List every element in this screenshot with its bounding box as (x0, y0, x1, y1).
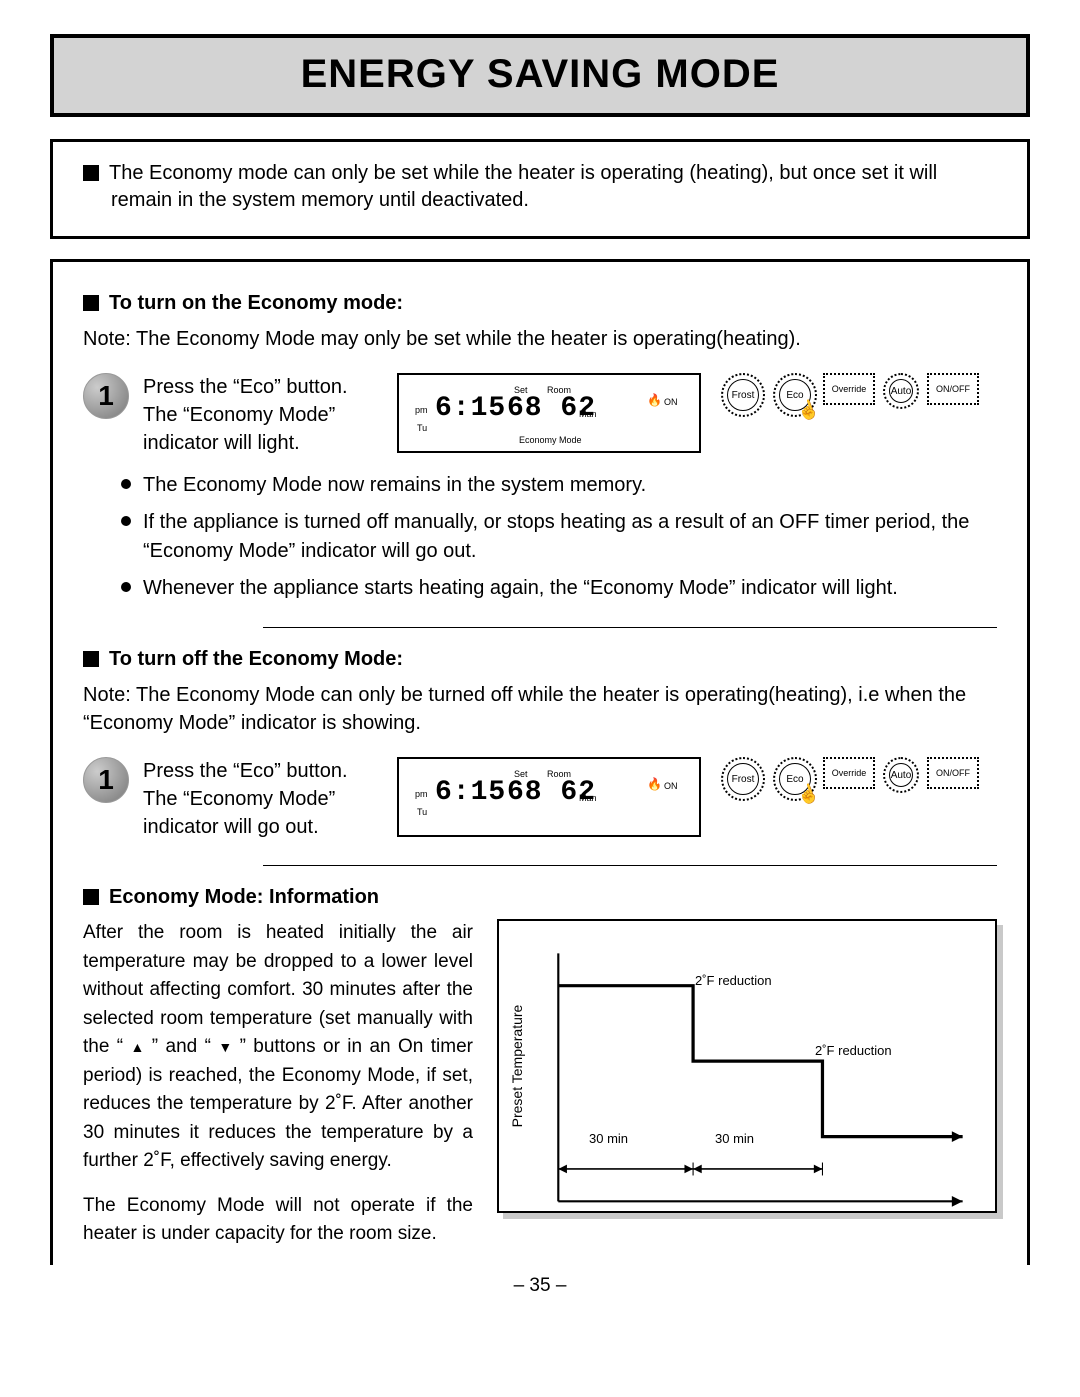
lcd-time: 6:15 (435, 393, 506, 424)
override-button[interactable]: Override (823, 757, 875, 789)
step-on-row: 1 Press the “Eco” button. The “Economy M… (83, 373, 997, 457)
up-triangle-icon: ▲ (131, 1037, 145, 1058)
page-title-box: ENERGY SAVING MODE (50, 34, 1030, 117)
chart-30min-b: 30 min (715, 1131, 754, 1146)
lcd-pm: pm (415, 405, 428, 415)
onoff-button[interactable]: ON/OFF (927, 757, 979, 789)
step-on-text: Press the “Eco” button. The “Economy Mod… (143, 373, 383, 457)
control-buttons-off: Frost Eco ☝ Override Auto ON/OFF (715, 757, 997, 801)
lcd-on: ON (664, 781, 678, 791)
intro-line1: The Economy mode can only be set while t… (83, 162, 937, 184)
list-item: If the appliance is turned off manually,… (121, 508, 997, 566)
chart-reduction2: 2˚F reduction (815, 1043, 892, 1058)
lcd-panel: pm Tu 6:15 Set Room 68 62 Man 🔥 ON (397, 757, 701, 837)
section-off-title: To turn off the Economy Mode: (83, 648, 997, 671)
page-number: – 35 – (50, 1275, 1030, 1297)
lcd-on: ON (664, 397, 678, 407)
chart-svg (499, 921, 995, 1234)
hand-pointer-icon: ☝ (794, 781, 822, 808)
frost-button[interactable]: Frost (721, 373, 765, 417)
lcd-panel: pm Tu 6:15 Set Room 68 62 Man 🔥 ON Econo… (397, 373, 701, 453)
list-item: Whenever the appliance starts heating ag… (121, 574, 997, 603)
lcd-time: 6:15 (435, 777, 506, 808)
lcd-day: Tu (417, 807, 427, 817)
section-on-title: To turn on the Economy mode: (83, 292, 997, 315)
economy-chart: Preset Temperature (497, 919, 997, 1213)
eco-button[interactable]: Eco ☝ (773, 373, 817, 417)
lcd-pm: pm (415, 789, 428, 799)
info-para1b: ” and “ (144, 1036, 218, 1057)
main-content: To turn on the Economy mode: Note: The E… (50, 259, 1030, 1265)
hand-pointer-icon: ☝ (794, 397, 822, 424)
info-para2: The Economy Mode will not operate if the… (83, 1192, 473, 1249)
step-number: 1 (83, 373, 129, 419)
onoff-button[interactable]: ON/OFF (927, 373, 979, 405)
chart-30min-a: 30 min (589, 1131, 628, 1146)
flame-icon: 🔥 (647, 393, 662, 407)
list-item: The Economy Mode now remains in the syst… (121, 471, 997, 500)
step-off-text: Press the “Eco” button. The “Economy Mod… (143, 757, 383, 841)
info-text: After the room is heated initially the a… (83, 919, 473, 1265)
lcd-display-off: pm Tu 6:15 Set Room 68 62 Man 🔥 ON (397, 757, 701, 837)
auto-button[interactable]: Auto (883, 373, 919, 409)
chart-reduction1: 2˚F reduction (695, 973, 772, 988)
intro-text: The Economy mode can only be set while t… (83, 160, 997, 214)
lcd-eco-mode: Economy Mode (519, 435, 582, 445)
lcd-man: Man (579, 793, 597, 803)
page-title: ENERGY SAVING MODE (54, 52, 1026, 97)
lcd-display-on: pm Tu 6:15 Set Room 68 62 Man 🔥 ON Econo… (397, 373, 701, 453)
info-row: After the room is heated initially the a… (83, 919, 997, 1265)
section-info-title: Economy Mode: Information (83, 886, 997, 909)
divider (263, 627, 997, 628)
down-triangle-icon: ▼ (218, 1037, 232, 1058)
section-off-note: Note: The Economy Mode can only be turne… (83, 681, 997, 737)
eco-button[interactable]: Eco ☝ (773, 757, 817, 801)
section-on-note: Note: The Economy Mode may only be set w… (83, 325, 997, 353)
step-number: 1 (83, 757, 129, 803)
intro-box: The Economy mode can only be set while t… (50, 139, 1030, 239)
override-button[interactable]: Override (823, 373, 875, 405)
divider (263, 865, 997, 866)
auto-button[interactable]: Auto (883, 757, 919, 793)
on-bullet-list: The Economy Mode now remains in the syst… (83, 471, 997, 603)
control-buttons-on: Frost Eco ☝ Override Auto ON/OFF (715, 373, 997, 417)
lcd-day: Tu (417, 423, 427, 433)
intro-line2: remain in the system memory until deacti… (111, 187, 997, 214)
flame-icon: 🔥 (647, 777, 662, 791)
lcd-man: Man (579, 409, 597, 419)
step-off-row: 1 Press the “Eco” button. The “Economy M… (83, 757, 997, 841)
frost-button[interactable]: Frost (721, 757, 765, 801)
